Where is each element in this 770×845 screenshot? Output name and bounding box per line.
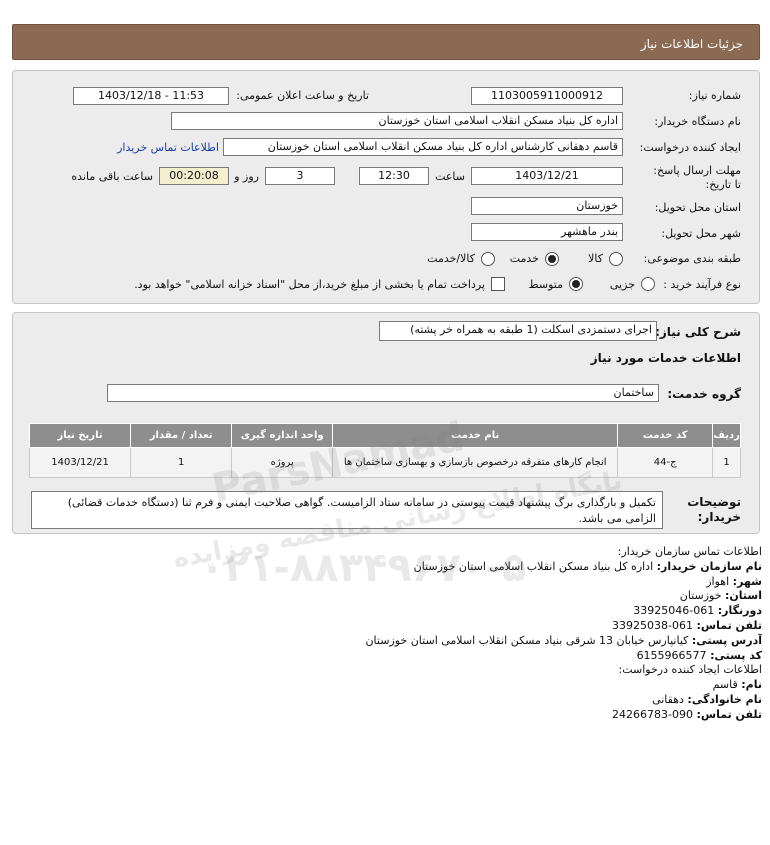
buyer-name-value: اداره کل بنیاد مسکن انقلاب اسلامی استان … [413, 559, 654, 573]
first-name-value: قاسم [712, 678, 738, 692]
category-service-label: خدمت [509, 252, 539, 265]
province-info-value: خوزستان [679, 589, 722, 603]
process-label: نوع فرآیند خرید : [663, 278, 741, 291]
contact-info: اطلاعات تماس سازمان خریدار: نام سازمان خ… [22, 545, 762, 723]
need-number-label: شماره نیاز: [688, 89, 741, 102]
process-minor-radio[interactable] [641, 277, 655, 291]
deadline-time-label: ساعت [435, 170, 465, 183]
col-row: ردیف [712, 423, 741, 448]
services-heading: اطلاعات خدمات مورد نیاز [590, 351, 741, 365]
cell-unit: پروژه [231, 447, 334, 478]
category-label: طبقه بندی موضوعی: [643, 252, 741, 265]
category-goods-radio[interactable] [609, 252, 623, 266]
creator-phone-value: 090-24266783 [612, 707, 694, 721]
deadline-label: مهلت ارسال پاسخ: تا تاریخ: [653, 164, 741, 191]
cell-row: 1 [712, 447, 741, 478]
deadline-time-field[interactable]: 12:30 [359, 167, 429, 185]
col-qty: تعداد / مقدار [130, 423, 233, 448]
buyer-org-field[interactable]: اداره کل بنیاد مسکن انقلاب اسلامی استان … [171, 112, 623, 130]
table-header-row: ردیف کد خدمت نام خدمت واحد اندازه گیری ت… [28, 423, 741, 448]
first-name-label: نام: [741, 678, 762, 692]
cell-date: 1403/12/21 [28, 447, 132, 478]
postal-value: 6155966577 [636, 648, 707, 662]
last-name-value: دهقانی [652, 692, 684, 706]
creator-label: ایجاد کننده درخواست: [639, 141, 741, 154]
phone-value: 061-33925038 [612, 618, 694, 632]
creator-contact-heading: اطلاعات ایجاد کننده درخواست: [618, 663, 763, 677]
deadline-date-field[interactable]: 1403/12/21 [471, 167, 623, 185]
category-service-radio[interactable] [545, 252, 559, 266]
service-group-field[interactable]: ساختمان [107, 384, 659, 402]
buyer-notes-box: تکمیل و بارگذاری برگ پیشنهاد قیمت پیوستی… [31, 491, 663, 529]
city-info-value: اهواز [706, 574, 730, 588]
process-medium-radio[interactable] [569, 277, 583, 291]
col-code: کد خدمت [617, 423, 714, 448]
buyer-org-label: نام دستگاه خریدار: [654, 115, 741, 128]
announce-label: تاریخ و ساعت اعلان عمومی: [236, 89, 369, 102]
category-goods-label: کالا [588, 252, 603, 265]
category-goods-service-label: کالا/خدمت [427, 252, 475, 265]
service-group-label: گروه خدمت: [667, 387, 741, 401]
services-table: ردیف کد خدمت نام خدمت واحد اندازه گیری ت… [28, 423, 741, 478]
need-number-field[interactable]: 1103005911000912 [471, 87, 623, 105]
province-info-label: استان: [725, 589, 762, 603]
cell-qty: 1 [130, 447, 233, 478]
buyer-name-label: نام سازمان خریدار: [656, 559, 762, 573]
last-name-label: نام خانوادگی: [687, 692, 762, 706]
treasury-payment-checkbox[interactable] [491, 277, 505, 291]
postal-label: کد پستی: [710, 648, 762, 662]
cell-name: انجام کارهای متفرقه درخصوص بازسازی و بهس… [332, 447, 619, 478]
province-label: استان محل تحویل: [654, 201, 741, 214]
org-contact-heading: اطلاعات تماس سازمان خریدار: [617, 545, 762, 558]
col-unit: واحد اندازه گیری [231, 423, 334, 448]
summary-label: شرح کلی نیاز: [655, 325, 741, 339]
process-minor-label: جزیی [609, 278, 635, 291]
phone-label: تلفن تماس: [696, 618, 762, 632]
province-field[interactable]: خوزستان [471, 197, 623, 215]
city-label: شهر محل تحویل: [661, 227, 741, 240]
summary-field[interactable]: اجرای دستمزدی اسکلت (1 طبقه به همراه خر … [379, 321, 657, 341]
days-label: روز و [234, 170, 259, 183]
buyer-contact-link[interactable]: اطلاعات تماس خریدار [117, 141, 219, 154]
fax-value: 061-33925046 [633, 604, 715, 618]
page-header: جزئیات اطلاعات نیاز [12, 24, 760, 60]
fax-label: دورنگار: [717, 604, 762, 618]
table-row[interactable]: 1 ج-44 انجام کارهای متفرقه درخصوص بازساز… [28, 447, 741, 478]
address-value: کیانپارس خیابان 13 شرقی بنیاد مسکن انقلا… [365, 633, 689, 647]
need-details-panel: شرح کلی نیاز: اجرای دستمزدی اسکلت (1 طبق… [12, 312, 760, 534]
announce-datetime-field[interactable]: 1403/12/18 - 11:53 [73, 87, 229, 105]
category-goods-service-radio[interactable] [481, 252, 495, 266]
days-remaining-field: 3 [265, 167, 335, 185]
creator-field[interactable]: قاسم دهقانی کارشناس اداره کل بنیاد مسکن … [223, 138, 623, 156]
buyer-notes-label: توضیحات خریدار: [687, 495, 741, 524]
page-title: جزئیات اطلاعات نیاز [640, 37, 743, 51]
address-label: آدرس پستی: [691, 633, 762, 647]
remaining-label: ساعت باقی مانده [71, 170, 153, 183]
city-field[interactable]: بندر ماهشهر [471, 223, 623, 241]
col-date: تاریخ نیاز [28, 423, 132, 448]
process-medium-label: متوسط [528, 278, 563, 291]
cell-code: ج-44 [617, 447, 714, 478]
col-name: نام خدمت [332, 423, 619, 448]
need-info-panel: شماره نیاز: 1103005911000912 تاریخ و ساع… [12, 70, 760, 304]
treasury-payment-text: پرداخت تمام یا بخشی از مبلغ خرید،از محل … [134, 278, 485, 291]
creator-phone-label: تلفن تماس: [696, 707, 762, 721]
remaining-time-field: 00:20:08 [159, 167, 229, 185]
city-info-label: شهر: [732, 574, 762, 588]
